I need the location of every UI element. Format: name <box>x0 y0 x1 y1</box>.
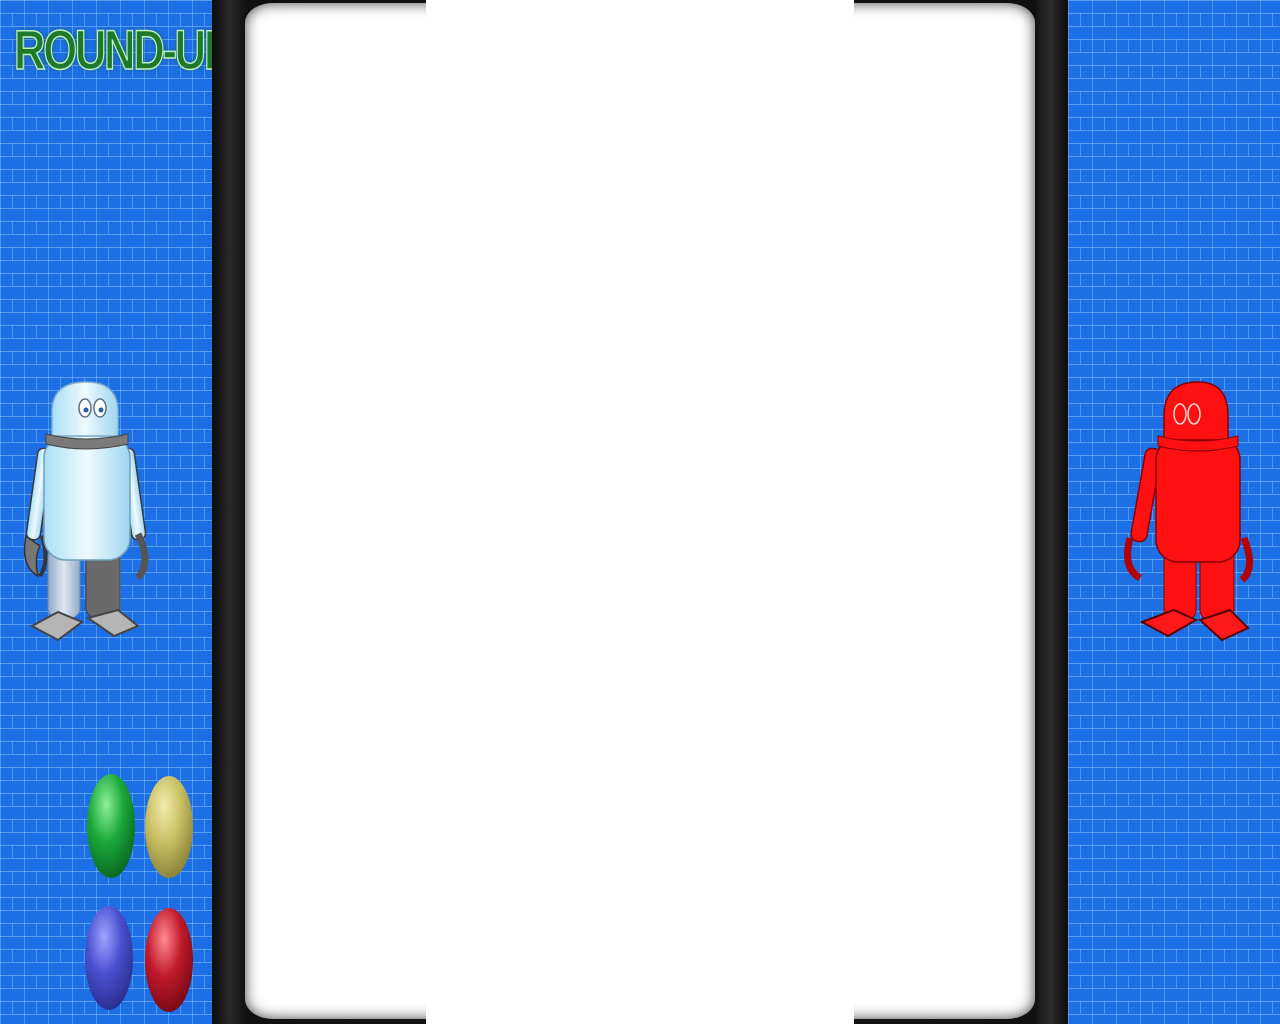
game-title: ROUND-UP <box>13 17 233 82</box>
blue-gem-icon[interactable] <box>84 904 134 1012</box>
white-robot-icon <box>23 381 149 642</box>
yellow-gem-icon[interactable] <box>144 774 194 880</box>
game-screen-center <box>426 0 854 1024</box>
green-gem-icon[interactable] <box>86 772 136 880</box>
game-window: ROUND-UP <box>0 0 1280 1024</box>
red-gem-icon[interactable] <box>144 906 194 1014</box>
red-robot-icon <box>1124 381 1253 642</box>
